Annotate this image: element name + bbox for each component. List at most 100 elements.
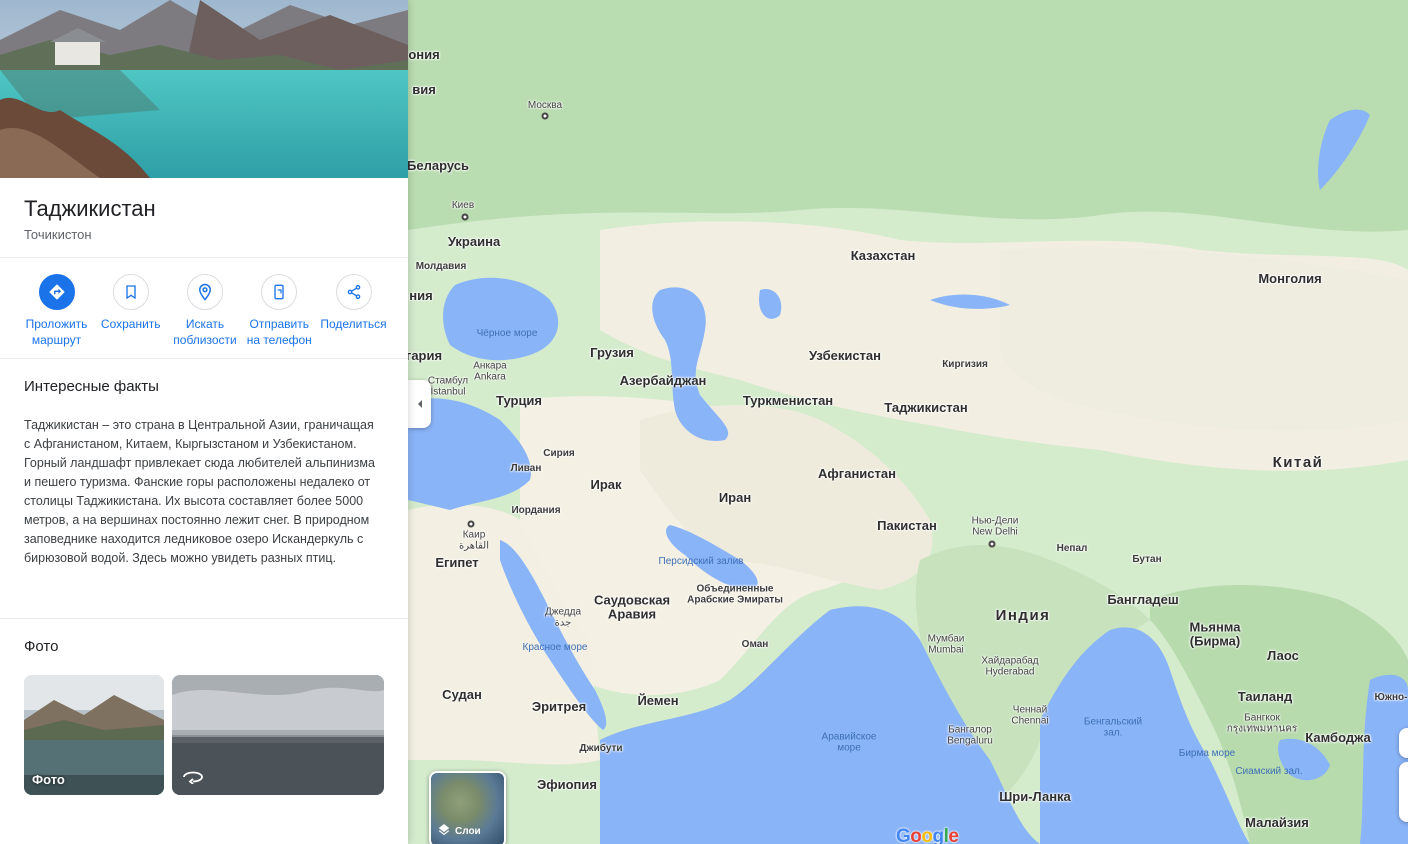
label-black-sea: Чёрное море xyxy=(476,327,538,339)
city-dot-kiev xyxy=(461,213,469,221)
city-dot-cairo xyxy=(467,520,475,528)
label-istanbul: Стамбул İstanbul xyxy=(427,375,469,397)
action-bar: Проложить маршрут Сохранить Искать побли… xyxy=(20,274,390,348)
divider xyxy=(0,618,408,619)
label-red-sea: Красное море xyxy=(522,641,588,653)
label-cairo: Каир القاهرة xyxy=(459,529,489,551)
nearby-label: Искать поблизости xyxy=(173,317,237,347)
label-iran: Иран xyxy=(718,490,752,506)
label-kyrgyzstan: Киргизия xyxy=(942,358,988,370)
label-djibouti: Джибути xyxy=(579,742,623,754)
label-iraq: Ирак xyxy=(590,477,622,493)
label-pakistan: Пакистан xyxy=(877,518,937,534)
label-cut-2: вия xyxy=(412,82,436,98)
label-yemen: Йемен xyxy=(637,693,679,709)
map-control-zoom[interactable] xyxy=(1399,762,1408,822)
save-circle xyxy=(112,274,149,310)
save-label: Сохранить xyxy=(100,317,161,331)
nearby-search-icon xyxy=(198,283,212,301)
label-cut-4: гария xyxy=(405,348,443,364)
label-georgia: Грузия xyxy=(590,345,634,361)
label-turkey: Турция xyxy=(495,393,543,409)
facts-title: Интересные факты xyxy=(24,378,159,395)
layers-label: Слои xyxy=(455,825,481,837)
label-egypt: Египет xyxy=(435,555,479,571)
city-dot-moscow xyxy=(541,112,549,120)
label-ankara: Анкара Ankara xyxy=(473,360,507,382)
directions-circle xyxy=(38,274,75,310)
hero-photo[interactable] xyxy=(0,0,408,178)
photo-thumbnail[interactable]: Фото xyxy=(24,675,164,795)
label-jordan: Иордания xyxy=(511,504,561,516)
place-panel: Таджикистан Точикистон Проложить маршрут… xyxy=(0,0,408,844)
directions-button[interactable]: Проложить маршрут xyxy=(20,274,93,348)
label-belarus: Беларусь xyxy=(407,158,469,174)
label-malaysia: Малайзия xyxy=(1245,815,1309,831)
label-cambodia: Камбоджа xyxy=(1305,730,1371,746)
label-gulf-of-siam: Сиамский зал. xyxy=(1235,765,1303,777)
share-icon xyxy=(347,285,360,299)
facts-text: Таджикистан – это страна в Центральной А… xyxy=(24,418,375,565)
label-mongolia: Монголия xyxy=(1258,271,1322,287)
map-control-top[interactable] xyxy=(1399,728,1408,758)
label-uae: Объединенные Арабские Эмираты xyxy=(687,583,783,605)
label-ukraine: Украина xyxy=(447,234,501,250)
send-to-phone-icon xyxy=(274,284,284,300)
send-to-phone-button[interactable]: Отправить на телефон xyxy=(243,274,316,348)
label-bangalore: Бангалор Bengaluru xyxy=(947,724,993,746)
label-kiev: Киев xyxy=(451,199,475,211)
divider xyxy=(0,257,408,258)
label-new-delhi: Нью-Дели New Delhi xyxy=(971,515,1019,537)
label-burma-sea: Бирма море xyxy=(1178,747,1236,759)
label-laos: Лаос xyxy=(1267,648,1299,664)
google-logo: Google xyxy=(896,826,959,844)
city-dot-new-delhi xyxy=(988,540,996,548)
label-turkmenistan: Туркменистан xyxy=(742,393,834,409)
photo-360-thumbnail[interactable] xyxy=(172,675,384,795)
photos-title: Фото xyxy=(24,638,59,655)
label-cut-1: ония xyxy=(408,47,440,63)
layers-button[interactable]: Слои xyxy=(429,771,506,844)
label-eritrea: Эритрея xyxy=(531,699,587,715)
label-bay-of-bengal: Бенгальский зал. xyxy=(1083,716,1143,738)
label-nepal: Непал xyxy=(1056,542,1088,554)
label-ethiopia: Эфиопия xyxy=(537,777,597,793)
label-oman: Оман xyxy=(741,638,769,650)
label-arabian-sea: Аравийское море xyxy=(821,731,877,753)
send-to-phone-label: Отправить на телефон xyxy=(246,317,312,347)
send-to-phone-circle xyxy=(261,274,298,310)
nearby-circle xyxy=(187,274,223,310)
label-tajikistan: Таджикистан xyxy=(884,400,968,416)
bookmark-icon xyxy=(126,285,136,300)
label-saudi-arabia: Саудовская Аравия xyxy=(593,592,671,621)
label-china: Китай xyxy=(1272,454,1324,472)
label-moldova: Молдавия xyxy=(415,260,467,272)
label-sri-lanka: Шри-Ланка xyxy=(999,789,1071,805)
label-moscow: Москва xyxy=(527,99,563,111)
label-bangladesh: Бангладеш xyxy=(1107,592,1179,608)
directions-label: Проложить маршрут xyxy=(25,317,88,347)
label-persian-gulf: Персидский залив xyxy=(658,555,744,567)
label-uzbekistan: Узбекистан xyxy=(808,348,882,364)
label-thailand: Таиланд xyxy=(1237,689,1293,705)
label-syria: Сирия xyxy=(543,447,575,459)
label-sudan: Судан xyxy=(442,687,482,703)
layers-label-group: Слои xyxy=(437,824,481,838)
label-hyderabad: Хайдарабад Hyderabad xyxy=(981,655,1039,677)
chevron-left-icon xyxy=(417,400,422,408)
place-title: Таджикистан xyxy=(24,196,156,221)
photo-label: Фото xyxy=(32,772,65,787)
label-myanmar: Мьянма (Бирма) xyxy=(1189,619,1241,648)
label-mumbai: Мумбаи Mumbai xyxy=(927,633,965,655)
label-cut-5: Южно- xyxy=(1374,691,1408,703)
label-afghanistan: Афганистан xyxy=(818,466,896,482)
label-india: Индия xyxy=(995,607,1051,625)
layers-icon xyxy=(438,824,450,836)
share-button[interactable]: Поделиться xyxy=(317,274,390,348)
save-button[interactable]: Сохранить xyxy=(94,274,167,348)
collapse-panel-button[interactable] xyxy=(408,380,431,428)
label-kazakhstan: Казахстан xyxy=(850,248,916,264)
label-chennai: Ченнай Chennai xyxy=(1011,704,1049,726)
label-azerbaijan: Азербайджан xyxy=(619,373,707,389)
nearby-button[interactable]: Искать поблизости xyxy=(169,274,242,348)
